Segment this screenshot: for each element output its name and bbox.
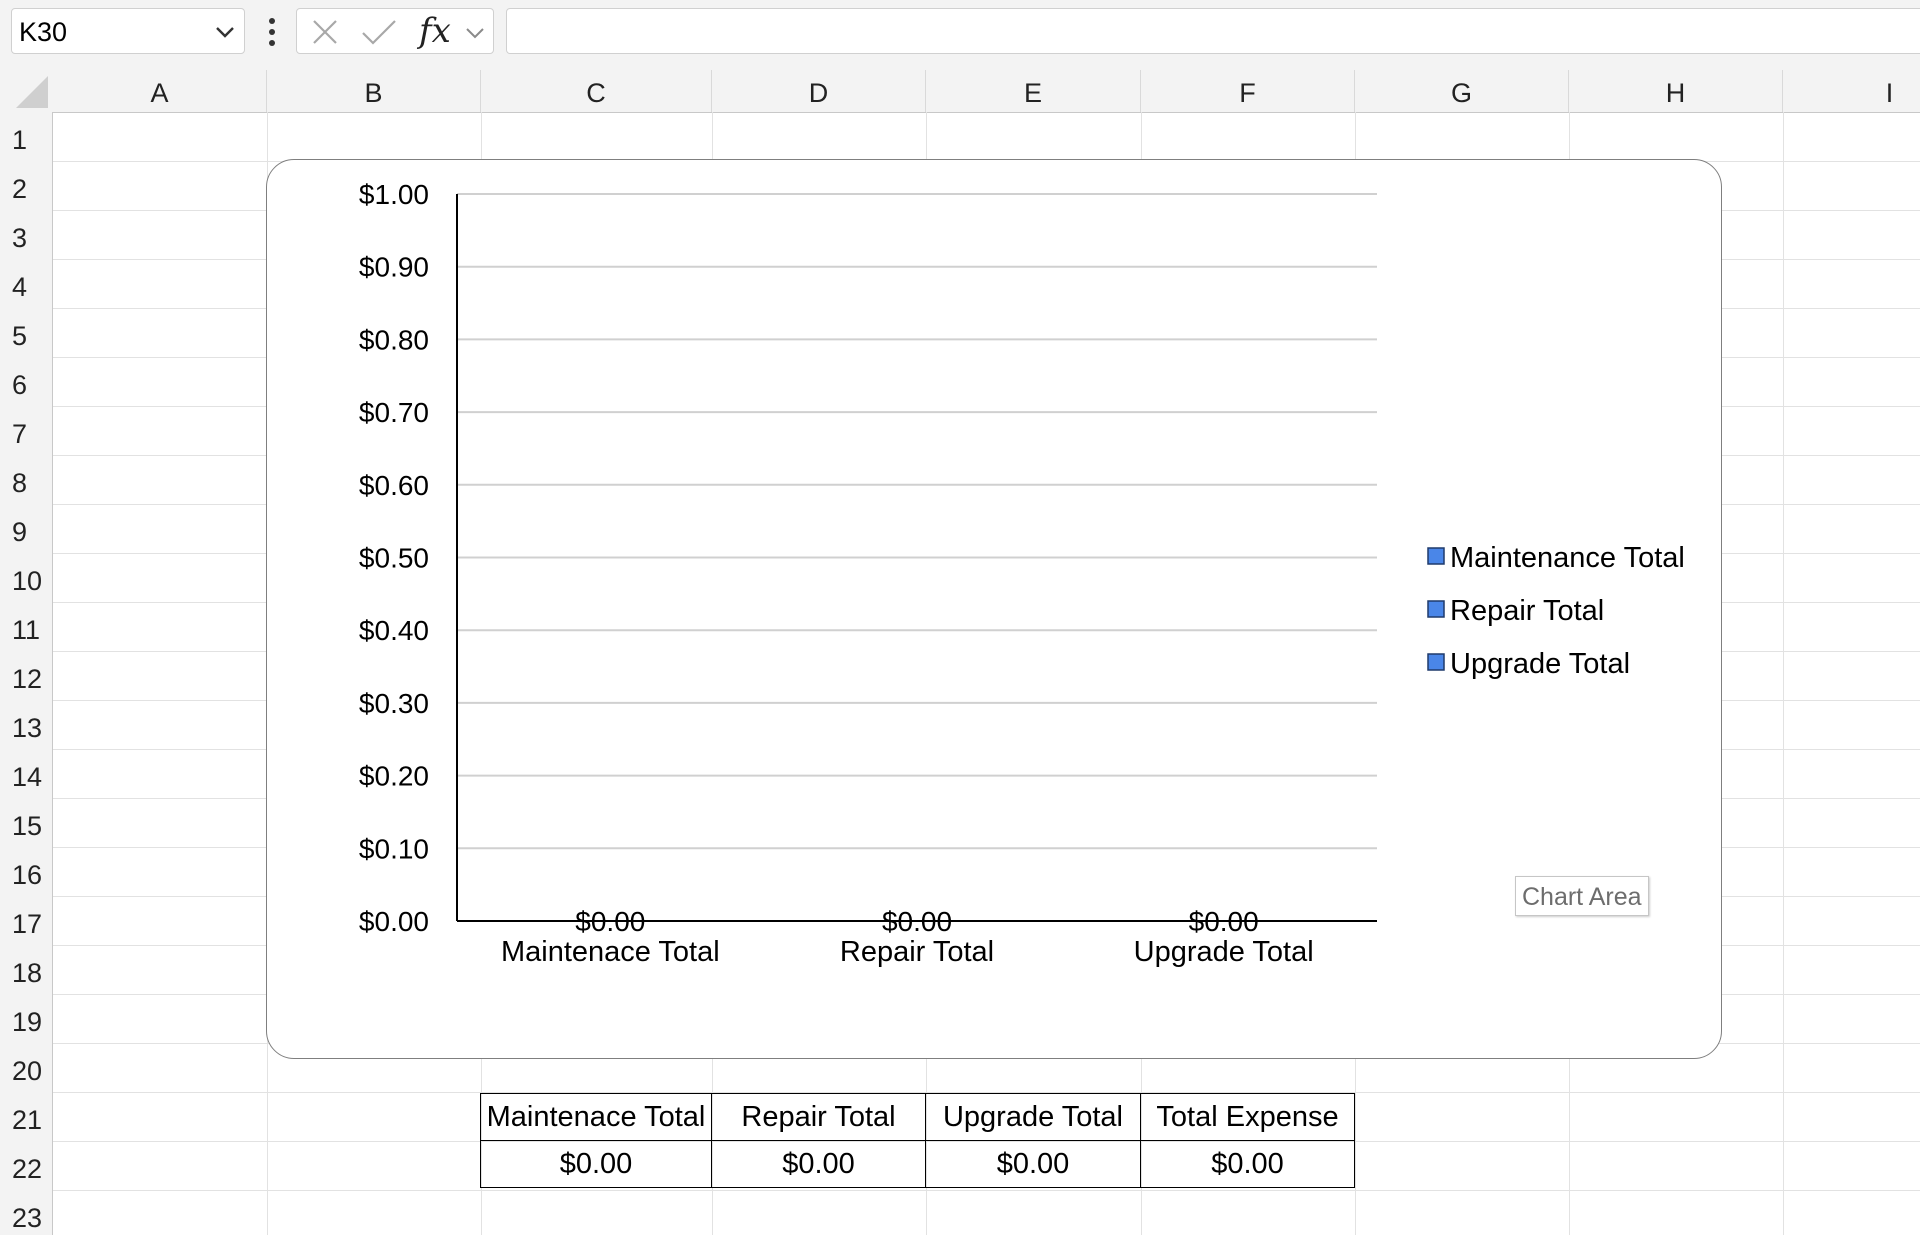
x-tick-label: Upgrade Total [1134, 936, 1314, 968]
grid-line [1783, 112, 1784, 1235]
y-tick-label: $0.20 [359, 761, 429, 792]
y-tick-label: $1.00 [359, 179, 429, 210]
row-header-23[interactable]: 23 [0, 1190, 52, 1239]
y-tick-label: $0.90 [359, 252, 429, 283]
y-tick-label: $0.10 [359, 833, 429, 864]
legend-swatch [1427, 600, 1445, 618]
grid-line [53, 1190, 1920, 1191]
row-header-6[interactable]: 6 [0, 357, 52, 406]
more-dots-icon[interactable] [262, 12, 282, 52]
row-headers: 1 2 3 4 5 6 7 8 9 10 11 12 13 14 15 16 17 18 19 20 21 22 23 [0, 112, 53, 1235]
row-header-15[interactable]: 15 [0, 798, 52, 847]
formula-buttons: fx [296, 8, 494, 54]
legend-swatch [1427, 547, 1445, 565]
column-header-f[interactable]: F [1141, 70, 1355, 112]
row-header-21[interactable]: 21 [0, 1092, 52, 1141]
cancel-icon[interactable] [311, 18, 339, 51]
x-tick-label: Maintenace Total [501, 936, 720, 968]
table-cell[interactable]: $0.00 [1140, 1140, 1355, 1188]
row-header-22[interactable]: 22 [0, 1141, 52, 1190]
y-tick-label: $0.50 [359, 543, 429, 574]
row-header-8[interactable]: 8 [0, 455, 52, 504]
column-header-b[interactable]: B [267, 70, 481, 112]
chevron-down-icon[interactable] [214, 21, 236, 48]
table-cell[interactable]: $0.00 [711, 1140, 926, 1188]
table-cell[interactable]: $0.00 [480, 1140, 712, 1188]
table-header-cell[interactable]: Total Expense [1140, 1093, 1355, 1141]
row-header-7[interactable]: 7 [0, 406, 52, 455]
chevron-down-icon[interactable] [465, 23, 485, 48]
chart-area-tooltip: Chart Area [1515, 876, 1649, 916]
data-label: $0.00 [575, 906, 645, 937]
table-header-cell[interactable]: Upgrade Total [925, 1093, 1141, 1141]
row-header-1[interactable]: 1 [0, 112, 52, 161]
row-header-12[interactable]: 12 [0, 651, 52, 700]
y-tick-label: $0.60 [359, 470, 429, 501]
column-header-h[interactable]: H [1569, 70, 1783, 112]
formula-input[interactable] [506, 8, 1920, 54]
name-box-value: K30 [19, 17, 68, 47]
y-tick-label: $0.30 [359, 688, 429, 719]
row-header-5[interactable]: 5 [0, 308, 52, 357]
row-header-16[interactable]: 16 [0, 847, 52, 896]
y-tick-label: $0.80 [359, 324, 429, 355]
row-header-17[interactable]: 17 [0, 896, 52, 945]
fx-icon[interactable]: fx [419, 11, 451, 51]
summary-table: Maintenace Total Repair Total Upgrade To… [480, 1093, 1355, 1188]
formula-bar: K30 fx [0, 0, 1920, 71]
row-header-9[interactable]: 9 [0, 504, 52, 553]
table-header-cell[interactable]: Repair Total [711, 1093, 926, 1141]
column-header-a[interactable]: A [53, 70, 267, 112]
legend-swatch [1427, 653, 1445, 671]
row-header-2[interactable]: 2 [0, 161, 52, 210]
row-header-4[interactable]: 4 [0, 259, 52, 308]
table-header-cell[interactable]: Maintenace Total [480, 1093, 712, 1141]
y-tick-label: $0.70 [359, 397, 429, 428]
column-header-e[interactable]: E [926, 70, 1141, 112]
check-icon[interactable] [361, 18, 397, 51]
column-headers: A B C D E F G H I [0, 70, 1920, 113]
row-header-20[interactable]: 20 [0, 1043, 52, 1092]
legend-entry: Maintenance Total [1450, 542, 1685, 574]
table-header-row: Maintenace Total Repair Total Upgrade To… [480, 1093, 1355, 1141]
data-label: $0.00 [882, 906, 952, 937]
row-header-10[interactable]: 10 [0, 553, 52, 602]
name-box[interactable]: K30 [11, 8, 245, 54]
row-header-19[interactable]: 19 [0, 994, 52, 1043]
column-header-d[interactable]: D [712, 70, 926, 112]
select-all-button[interactable] [0, 70, 52, 112]
legend-entry: Upgrade Total [1450, 648, 1630, 680]
column-header-c[interactable]: C [481, 70, 712, 112]
row-header-11[interactable]: 11 [0, 602, 52, 651]
row-header-3[interactable]: 3 [0, 210, 52, 259]
data-label: $0.00 [1189, 906, 1259, 937]
y-tick-label: $0.40 [359, 615, 429, 646]
column-header-g[interactable]: G [1355, 70, 1569, 112]
x-tick-label: Repair Total [840, 936, 994, 968]
bar-chart: $0.00 $0.10 $0.20 $0.30 $0.40 $0.50 $0.60 $0.70… [359, 179, 1685, 968]
column-header-i[interactable]: I [1783, 70, 1920, 112]
row-header-14[interactable]: 14 [0, 749, 52, 798]
row-header-18[interactable]: 18 [0, 945, 52, 994]
table-cell[interactable]: $0.00 [925, 1140, 1141, 1188]
row-header-13[interactable]: 13 [0, 700, 52, 749]
chart-area[interactable]: $0.00 $0.10 $0.20 $0.30 $0.40 $0.50 $0.60 $0.70… [266, 159, 1722, 1059]
table-row: $0.00 $0.00 $0.00 $0.00 [480, 1140, 1355, 1188]
legend-entry: Repair Total [1450, 595, 1604, 627]
y-tick-label: $0.00 [359, 906, 429, 937]
